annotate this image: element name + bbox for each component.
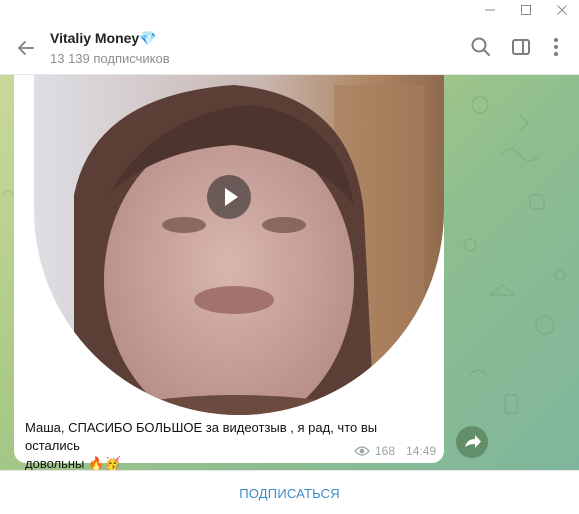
subscribe-button[interactable]: ПОДПИСАТЬСЯ [0,471,579,514]
close-icon[interactable] [545,0,579,20]
fire-emoji-icon: 🔥🥳 [88,456,121,470]
minimize-icon[interactable] [473,0,507,20]
message-time: 14:49 [406,444,437,458]
chat-area: Маша, СПАСИБО БОЛЬШОЕ за видеотзыв , я р… [0,75,579,470]
subscriber-count: 13 139 подписчиков [50,51,170,66]
maximize-icon[interactable] [509,0,543,20]
subscribe-bar: ПОДПИСАТЬСЯ [0,470,579,514]
caption-line-2: довольны [25,456,85,470]
message-meta: 168 14:49 [354,442,436,460]
share-arrow-icon [465,435,481,448]
window-titlebar [0,0,579,20]
share-button[interactable] [456,426,488,458]
search-icon[interactable] [468,34,494,60]
back-arrow-icon[interactable] [12,34,40,62]
play-icon [225,188,238,206]
views-count: 168 [375,444,396,458]
sidebar-toggle-icon[interactable] [508,34,534,60]
views-eye-icon [354,446,370,456]
play-button[interactable] [207,175,251,219]
channel-name: Vitaliy Money [50,30,140,46]
channel-header: Vitaliy Money💎 13 139 подписчиков [0,20,579,75]
channel-title[interactable]: Vitaliy Money💎 [50,30,157,47]
diamond-emoji: 💎 [139,30,157,46]
more-menu-icon[interactable] [543,34,569,60]
